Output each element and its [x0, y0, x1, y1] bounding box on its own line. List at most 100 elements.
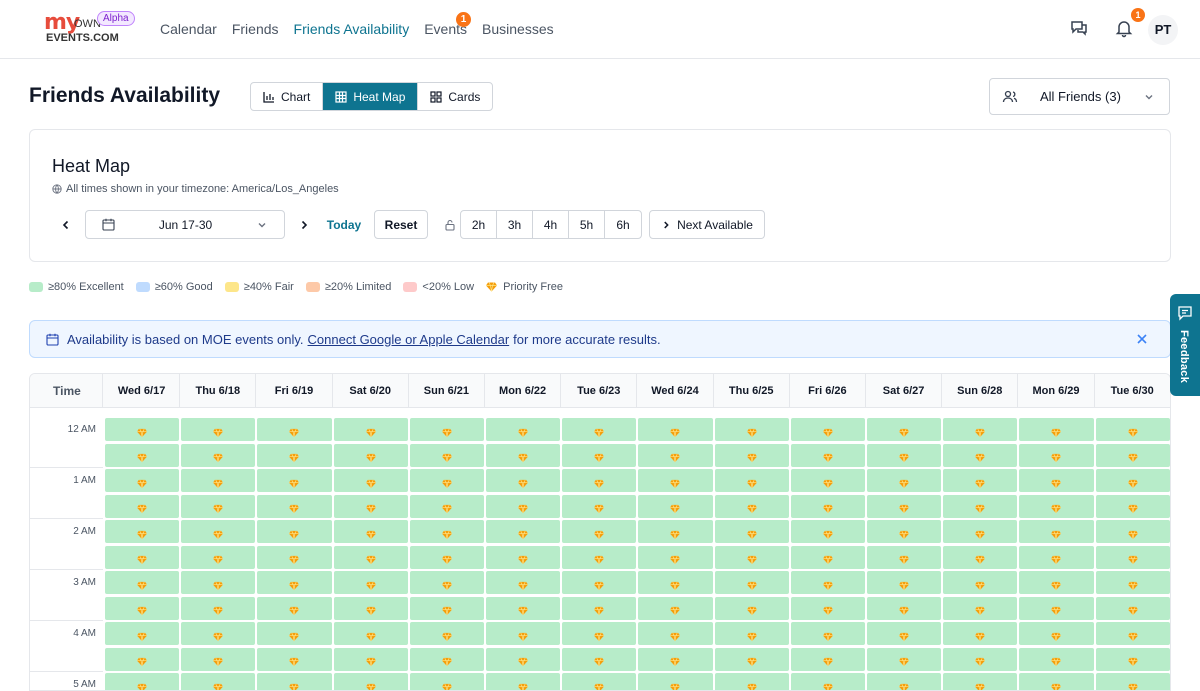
heatmap-cell[interactable]	[486, 443, 561, 467]
heatmap-cell[interactable]	[486, 673, 561, 690]
heatmap-cell[interactable]	[790, 596, 865, 620]
heatmap-cell[interactable]	[333, 673, 408, 690]
date-range-picker[interactable]: Jun 17-30	[85, 210, 285, 239]
heatmap-cell[interactable]	[181, 571, 256, 594]
heatmap-cell[interactable]	[105, 443, 180, 467]
duration-5h-button[interactable]: 5h	[569, 211, 605, 238]
view-cards-button[interactable]: Cards	[418, 83, 492, 110]
heatmap-cell[interactable]	[486, 545, 561, 569]
view-chart-button[interactable]: Chart	[251, 83, 324, 110]
heatmap-cell[interactable]	[257, 673, 332, 690]
heatmap-cell[interactable]	[257, 571, 332, 594]
heatmap-cell[interactable]	[714, 647, 789, 671]
heatmap-cell[interactable]	[257, 469, 332, 492]
heatmap-cell[interactable]	[790, 469, 865, 492]
heatmap-cell[interactable]	[943, 545, 1018, 569]
heatmap-cell[interactable]	[943, 520, 1018, 543]
heatmap-cell[interactable]	[714, 494, 789, 518]
nav-friends-availability[interactable]: Friends Availability	[294, 21, 410, 37]
heatmap-cell[interactable]	[790, 545, 865, 569]
heatmap-cell[interactable]	[867, 622, 942, 645]
heatmap-cell[interactable]	[943, 494, 1018, 518]
heatmap-cell[interactable]	[638, 673, 713, 690]
heatmap-cell[interactable]	[181, 596, 256, 620]
heatmap-cell[interactable]	[714, 571, 789, 594]
heatmap-cell[interactable]	[638, 571, 713, 594]
heatmap-cell[interactable]	[333, 418, 408, 441]
heatmap-cell[interactable]	[257, 545, 332, 569]
heatmap-cell[interactable]	[181, 418, 256, 441]
heatmap-cell[interactable]	[867, 469, 942, 492]
heatmap-cell[interactable]	[1019, 545, 1094, 569]
heatmap-cell[interactable]	[409, 571, 484, 594]
heatmap-cell[interactable]	[257, 443, 332, 467]
heatmap-cell[interactable]	[105, 418, 180, 441]
heatmap-cell[interactable]	[943, 418, 1018, 441]
heatmap-cell[interactable]	[181, 443, 256, 467]
heatmap-cell[interactable]	[1095, 545, 1170, 569]
heatmap-cell[interactable]	[486, 418, 561, 441]
heatmap-cell[interactable]	[409, 469, 484, 492]
heatmap-cell[interactable]	[257, 494, 332, 518]
nav-events[interactable]: Events 1	[424, 12, 472, 37]
heatmap-cell[interactable]	[562, 469, 637, 492]
heatmap-cell[interactable]	[333, 494, 408, 518]
heatmap-cell[interactable]	[333, 520, 408, 543]
heatmap-cell[interactable]	[257, 520, 332, 543]
heatmap-cell[interactable]	[562, 571, 637, 594]
today-button[interactable]: Today	[324, 210, 364, 239]
heatmap-cell[interactable]	[1095, 443, 1170, 467]
heatmap-cell[interactable]	[714, 545, 789, 569]
heatmap-cell[interactable]	[790, 673, 865, 690]
next-range-button[interactable]	[294, 210, 314, 239]
heatmap-cell[interactable]	[790, 520, 865, 543]
heatmap-cell[interactable]	[562, 596, 637, 620]
heatmap-cell[interactable]	[1019, 520, 1094, 543]
heatmap-cell[interactable]	[409, 673, 484, 690]
nav-businesses[interactable]: Businesses	[482, 21, 554, 37]
heatmap-cell[interactable]	[257, 622, 332, 645]
heatmap-cell[interactable]	[333, 571, 408, 594]
heatmap-cell[interactable]	[1095, 494, 1170, 518]
heatmap-cell[interactable]	[1019, 673, 1094, 690]
heatmap-cell[interactable]	[1095, 647, 1170, 671]
nav-calendar[interactable]: Calendar	[160, 21, 217, 37]
heatmap-cell[interactable]	[486, 622, 561, 645]
heatmap-cell[interactable]	[943, 571, 1018, 594]
heatmap-cell[interactable]	[181, 545, 256, 569]
heatmap-cell[interactable]	[790, 647, 865, 671]
heatmap-cell[interactable]	[867, 545, 942, 569]
heatmap-cell[interactable]	[181, 647, 256, 671]
heatmap-cell[interactable]	[333, 545, 408, 569]
heatmap-cell[interactable]	[409, 418, 484, 441]
bell-icon[interactable]	[1114, 18, 1136, 40]
heatmap-cell[interactable]	[1095, 418, 1170, 441]
heatmap-cell[interactable]	[257, 647, 332, 671]
heatmap-cell[interactable]	[867, 494, 942, 518]
heatmap-cell[interactable]	[105, 520, 180, 543]
view-heatmap-button[interactable]: Heat Map	[323, 83, 419, 110]
heatmap-cell[interactable]	[1095, 571, 1170, 594]
heatmap-cell[interactable]	[943, 469, 1018, 492]
heatmap-cell[interactable]	[790, 571, 865, 594]
heatmap-cell[interactable]	[105, 596, 180, 620]
heatmap-cell[interactable]	[638, 596, 713, 620]
heatmap-cell[interactable]	[1095, 469, 1170, 492]
heatmap-cell[interactable]	[486, 647, 561, 671]
heatmap-cell[interactable]	[714, 596, 789, 620]
heatmap-cell[interactable]	[714, 673, 789, 690]
heatmap-cell[interactable]	[333, 469, 408, 492]
heatmap-cell[interactable]	[105, 494, 180, 518]
heatmap-cell[interactable]	[333, 596, 408, 620]
heatmap-cell[interactable]	[333, 622, 408, 645]
heatmap-cell[interactable]	[943, 443, 1018, 467]
user-avatar[interactable]: PT	[1148, 15, 1178, 45]
heatmap-cell[interactable]	[790, 494, 865, 518]
heatmap-cell[interactable]	[638, 647, 713, 671]
heatmap-cell[interactable]	[714, 443, 789, 467]
heatmap-cell[interactable]	[562, 443, 637, 467]
heatmap-cell[interactable]	[867, 443, 942, 467]
friends-filter-select[interactable]: All Friends (3)	[989, 78, 1170, 115]
heatmap-cell[interactable]	[409, 545, 484, 569]
heatmap-cell[interactable]	[257, 418, 332, 441]
